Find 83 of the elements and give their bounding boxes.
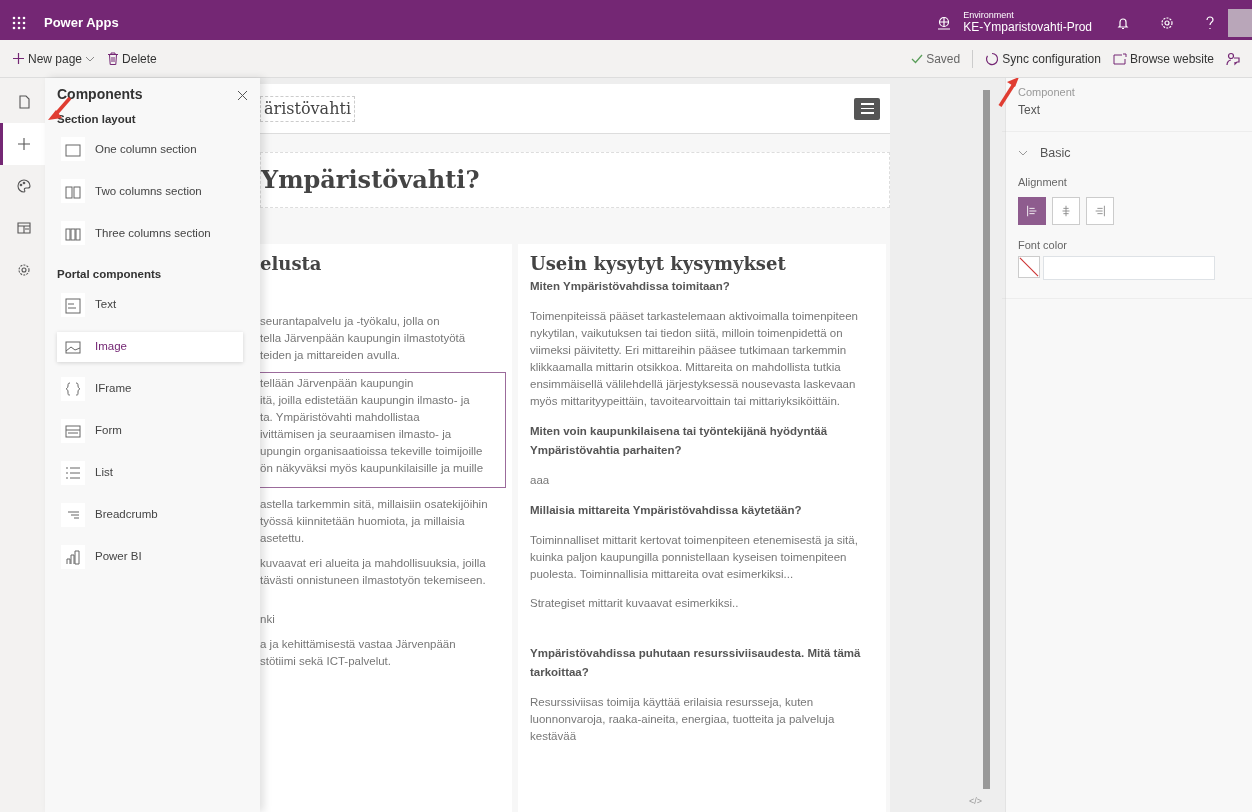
panel-title: Components [57,85,143,104]
faq-question: Ympäristövahdissa puhutaan resurssiviisaudesta. Mitä tämä tarkoittaa? [530,646,862,680]
help-icon[interactable] [1204,14,1216,31]
component-item[interactable]: Text [57,289,243,320]
notification-icon[interactable] [1116,15,1130,30]
hamburger-menu-button[interactable] [854,97,880,120]
faq-question: Miten Ympäristövahdissa toimitaan? [530,279,731,294]
faq-question: Miten voin kaupunkilaisena tai työntekijänä hyödyntää Ympäristövahtia parhaiten? [530,424,829,458]
sync-configuration-button[interactable]: Sync configuration [985,49,1101,68]
faq-question: Millaisia mittareita Ympäristövahdissa käytetään? [530,503,803,518]
feedback-icon[interactable] [1226,51,1240,66]
faq-answer: Strategiset mittarit kuvaavat esimerkiksi.. [530,596,740,611]
field-label: Alignment [1018,175,1068,191]
component-item[interactable]: Power BI [57,541,243,572]
component-name: Text [1018,101,1041,119]
chevron-icon [1018,148,1028,157]
site-logo-text: äristövahti [260,95,355,122]
paragraph-line: teiden ja mittareiden avulla. [260,348,401,363]
component-item[interactable]: Breadcrumb [57,499,243,530]
paragraph-line: stötiimi sekä ICT-palvelut. [260,654,392,669]
paragraph-line: ivittämisen ja seuraamisen ilmasto- ja [260,427,453,442]
component-item[interactable]: One column section [57,134,243,165]
settings-icon [17,263,31,277]
delete-button[interactable]: Delete [107,49,157,68]
checkmark-icon [911,53,924,64]
paragraph-line: ön näkyväksi myös kaupunkilaisille ja muille [260,461,485,476]
page-icon [17,95,31,109]
component-item[interactable]: Three columns section [57,218,243,249]
paragraph-line: tävästi onnistuneen ilmastotyön tekemiseen. [260,573,487,588]
component-item[interactable]: Image [57,331,243,362]
template-icon [17,221,31,235]
saved-status: Saved [911,49,961,68]
avatar[interactable] [1228,8,1252,37]
component-label: Component [1018,85,1076,100]
sync-icon [985,51,1000,66]
annotation-arrow [998,78,1019,107]
component-item[interactable]: Form [57,415,243,446]
add-icon [17,137,31,151]
faq-answer: Toimenpiteissä pääset tarkastelemaan aktivoimalla toimenpiteen nykytilan, vaikutuksen tai tiedon siitä, milloin toimenpidettä on viimeksi päivitetty. Eri mittareihin pääsee tutkimaan tarkemmin klikkaamalla mittarin otsikkoa. Mittareita on mahdollista tutkia ensimmäisellä välilehdellä järjestyksessä nousevasta laskevaan myös mittarityypeittäin, tavoitearvoittain tai mittariyksiköittäin. [530,309,859,409]
section-heading: Portal components [57,267,163,283]
basic-section-toggle[interactable]: Basic [1018,143,1071,163]
rail-tab[interactable] [0,123,45,165]
scrollbar[interactable] [983,90,990,789]
globe-building-icon [937,15,952,30]
settings-icon[interactable] [1160,15,1174,30]
paragraph-line: tella Järvenpään kaupungin ilmastotyötä [260,331,467,346]
environment-name: KE-Ymparistovahti-Prod [963,20,1092,35]
app-launcher-icon[interactable] [12,15,26,30]
app-title: Power Apps [44,13,119,32]
chevron-down-icon [85,54,96,63]
component-item[interactable]: Two columns section [57,176,243,207]
page-headline: Ympäristövahti? [261,164,480,196]
component-item[interactable]: List [57,457,243,488]
paragraph-line: työssä kiinnitetään huomiota, ja millaisia [260,514,466,529]
environment-label: Environment [963,10,1015,21]
paragraph-line: seurantapalvelu ja -työkalu, jolla on [260,314,441,329]
section-heading: Section layout [57,112,137,127]
paragraph-line: a ja kehittämisestä vastaa Järvenpään [260,637,457,652]
alignment-button[interactable] [1018,196,1046,225]
external-window-icon [1112,52,1127,65]
component-item[interactable]: IFrame [57,373,243,404]
section-heading: elusta [260,252,323,276]
paragraph-line: tellään Järvenpään kaupungin [260,376,415,391]
paragraph-line: kuvaavat eri alueita ja mahdollisuuksia, joilla [260,556,487,571]
paragraph-line: nki [260,612,276,627]
paragraph-line: upungin organisaatioissa tekeville toimijoille [260,444,484,459]
palette-icon [17,179,31,193]
paragraph-line: itä, joilla edistetään kaupungin ilmasto- ja [260,393,471,408]
font-color-field[interactable] [1043,256,1215,281]
faq-answer: aaa [530,473,551,488]
trash-icon [107,52,120,65]
faq-heading: Usein kysytyt kysymykset [530,252,787,276]
no-color-swatch[interactable] [1018,256,1040,279]
faq-answer: Resurssiviisas toimija käyttää erilaisia resursseja, kuten luonnonvaroja, raaka-aineita, energiaa, tuotteita ja palveluja kestävää [530,695,836,744]
close-icon [237,89,248,101]
paragraph-line: asetettu. [260,531,306,546]
paragraph-line: astella tarkemmin sitä, millaisiin osatekijöihin [260,497,489,512]
new-page-button[interactable]: New page [12,49,96,68]
paragraph-line: ta. Ympäristövahti mahdollistaa [260,410,421,425]
faq-answer: Toiminnalliset mittarit kertovat toimenpiteen etenemisestä ja sitä, kuinka paljon kaupungilla ponnistellaan kyseisen toimenpiteen puolesta. Toiminnallisia mittareita ovat esimerkiksi... [530,533,859,582]
plus-icon [12,52,25,65]
browse-website-button[interactable]: Browse website [1112,49,1214,68]
field-label: Font color [1018,237,1068,253]
